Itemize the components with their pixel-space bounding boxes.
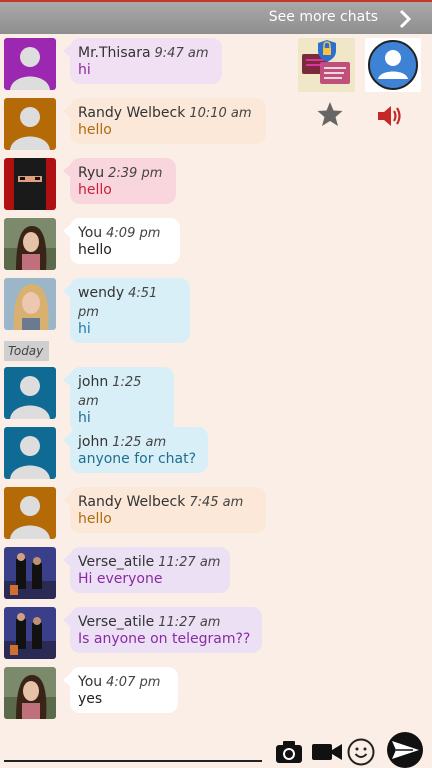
message-time: 11:27 am [158,615,221,630]
message-row: Mr.Thisara 9:47 am hi [0,38,432,94]
message-bubble[interactable]: john 1:25 am anyone for chat? [63,427,208,473]
avatar[interactable] [4,38,56,90]
message-bubble[interactable]: Verse_atile 11:27 am Is anyone on telegram… [63,607,262,653]
message-time: 9:47 am [154,46,209,61]
sender-name: Ryu [78,165,105,181]
message-text: hi [78,410,91,426]
message-text: hi [78,62,91,78]
message-bubble[interactable]: You 4:07 pm yes [63,667,178,713]
message-bubble[interactable]: wendy 4:51 pm hi [63,278,190,343]
avatar[interactable] [4,607,56,659]
message-bubble[interactable]: You 4:09 pm hello [63,218,180,264]
message-row: Verse_atile 11:27 am Is anyone on telegram… [0,607,432,663]
message-text: yes [78,691,103,707]
avatar[interactable] [4,547,56,599]
sender-name: john [78,374,109,390]
chevron-right-icon[interactable] [398,9,412,29]
date-separator: Today [4,341,49,361]
sender-name: Verse_atile [78,614,155,630]
message-time: 1:25 am [112,435,167,450]
avatar[interactable] [4,158,56,210]
message-text: hello [78,122,112,138]
message-row: Randy Welbeck 7:45 am hello [0,487,432,543]
message-row: john 1:25 am hi [0,367,432,432]
avatar[interactable] [4,427,56,479]
emoji-icon[interactable] [347,738,375,766]
message-bubble[interactable]: Ryu 2:39 pm hello [63,158,176,204]
message-time: 2:39 pm [108,166,163,181]
message-bubble[interactable]: john 1:25 am hi [63,367,174,432]
message-row: Verse_atile 11:27 am Hi everyone [0,547,432,603]
send-icon[interactable] [383,731,427,768]
message-bubble[interactable]: Randy Welbeck 10:10 am hello [63,98,266,144]
message-text: hello [78,182,112,198]
sender-name: wendy [78,285,125,301]
avatar[interactable] [4,367,56,419]
see-more-chats-link[interactable]: See more chats [269,9,378,25]
message-bubble[interactable]: Randy Welbeck 7:45 am hello [63,487,266,533]
message-text: Hi everyone [78,571,163,587]
message-row: You 4:09 pm hello [0,218,432,274]
sender-name: You [78,674,103,690]
sender-name: Mr.Thisara [78,45,151,61]
top-bar: See more chats [0,0,432,34]
sender-name: Randy Welbeck [78,105,186,121]
avatar[interactable] [4,487,56,539]
sender-name: You [78,225,103,241]
message-row: Ryu 2:39 pm hello [0,158,432,214]
message-bubble[interactable]: Mr.Thisara 9:47 am hi [63,38,222,84]
message-text: hello [78,242,112,258]
message-time: 10:10 am [189,106,252,121]
sender-name: Verse_atile [78,554,155,570]
video-icon[interactable] [311,742,343,762]
sender-name: Randy Welbeck [78,494,186,510]
camera-icon[interactable] [275,740,303,764]
avatar[interactable] [4,98,56,150]
message-time: 4:09 pm [106,226,161,241]
message-text: hello [78,511,112,527]
avatar[interactable] [4,218,56,270]
message-text: Is anyone on telegram?? [78,631,251,647]
message-row: wendy 4:51 pm hi [0,278,432,343]
message-text: anyone for chat? [78,451,197,467]
avatar[interactable] [4,667,56,719]
message-time: 4:07 pm [106,675,161,690]
message-row: Randy Welbeck 10:10 am hello [0,98,432,154]
message-row: You 4:07 pm yes [0,667,432,723]
avatar[interactable] [4,278,56,330]
message-text: hi [78,321,91,337]
message-input[interactable] [4,760,262,762]
message-bubble[interactable]: Verse_atile 11:27 am Hi everyone [63,547,230,593]
sender-name: john [78,434,109,450]
message-time: 11:27 am [158,555,221,570]
message-time: 7:45 am [189,495,244,510]
message-row: john 1:25 am anyone for chat? [0,427,432,483]
